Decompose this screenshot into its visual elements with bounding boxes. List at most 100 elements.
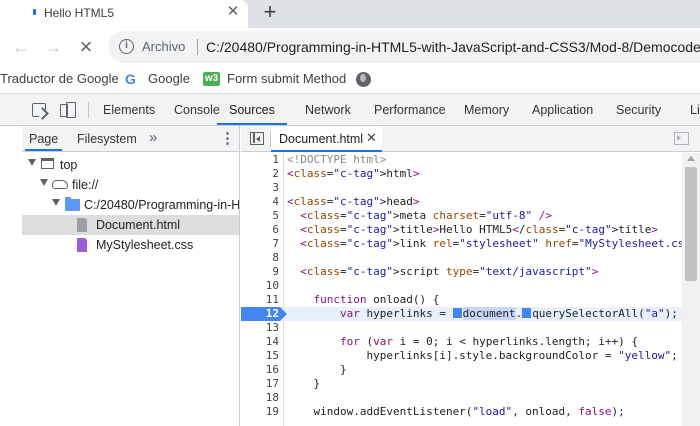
browser-toolbar: ← → × i Archivo C:/20480/Programming-in-… bbox=[0, 28, 700, 66]
tab-application[interactable]: Application bbox=[532, 94, 593, 125]
devtools-divider bbox=[88, 102, 89, 118]
bookmark-google[interactable]: Google bbox=[148, 71, 190, 86]
bookmark-traductor[interactable]: Traductor de Google bbox=[0, 71, 119, 86]
code-line[interactable]: 13 bbox=[241, 321, 682, 335]
line-number[interactable]: 19 bbox=[241, 405, 279, 419]
tree-item-file-origin[interactable]: file:// bbox=[22, 175, 239, 195]
code-text: } bbox=[287, 363, 347, 376]
back-arrow-icon[interactable]: ← bbox=[10, 36, 32, 58]
forward-arrow-icon[interactable]: → bbox=[42, 36, 64, 58]
file-tab-label: Document.html bbox=[279, 132, 364, 146]
tab-network[interactable]: Network bbox=[305, 94, 351, 125]
inline-breakpoint-icon[interactable] bbox=[522, 308, 532, 318]
tab-strip: Hello HTML5 ✕ + bbox=[0, 0, 700, 28]
line-number[interactable]: 14 bbox=[241, 335, 279, 349]
line-number[interactable]: 8 bbox=[241, 251, 279, 265]
tree-item-stylesheet[interactable]: MyStylesheet.css bbox=[22, 235, 239, 255]
line-number[interactable]: 7 bbox=[241, 237, 279, 251]
code-line[interactable]: 5 <class="c-tag">meta charset="utf-8" /> bbox=[241, 209, 682, 223]
tree-label: C:/20480/Programming-in-HTML5- bbox=[84, 198, 240, 212]
line-number[interactable]: 10 bbox=[241, 279, 279, 293]
close-file-icon[interactable]: ✕ bbox=[366, 130, 377, 146]
code-line[interactable]: 12 var hyperlinks = document. querySelect… bbox=[241, 307, 682, 321]
code-line[interactable]: 14 for (var i = 0; i < hyperlinks.length… bbox=[241, 335, 682, 349]
code-line[interactable]: 2 <class="c-tag">html> bbox=[241, 167, 682, 181]
line-number[interactable]: 4 bbox=[241, 195, 279, 209]
line-number[interactable]: 2 bbox=[241, 167, 279, 181]
inline-breakpoint-icon[interactable] bbox=[452, 308, 462, 318]
code-line[interactable]: 9 <class="c-tag">script type="text/javas… bbox=[241, 265, 682, 279]
expand-arrow-icon[interactable] bbox=[52, 199, 60, 206]
bookmarks-bar: Traductor de Google G Google w3 Form sub… bbox=[0, 66, 700, 94]
expand-arrow-icon[interactable] bbox=[28, 159, 36, 166]
line-number[interactable]: 1 bbox=[241, 153, 279, 167]
line-number[interactable]: 5 bbox=[241, 209, 279, 223]
code-line[interactable]: 10 bbox=[241, 279, 682, 293]
tab-memory[interactable]: Memory bbox=[464, 94, 509, 125]
code-text: window.addEventListener("load", onload, … bbox=[287, 405, 625, 418]
code-line[interactable]: 7 <class="c-tag">link rel="stylesheet" h… bbox=[241, 237, 682, 251]
code-line[interactable]: 15 hyperlinks[i].style.backgroundColor =… bbox=[241, 349, 682, 363]
editor-file-tab[interactable]: Document.html ✕ bbox=[271, 126, 382, 152]
code-text: <class="c-tag">head> bbox=[287, 195, 420, 208]
code-line[interactable]: 11 function onload() { bbox=[241, 293, 682, 307]
code-line[interactable]: 8 bbox=[241, 251, 682, 265]
editor-scrollbar[interactable] bbox=[682, 153, 700, 426]
tree-label: Document.html bbox=[96, 218, 181, 232]
scrollbar-thumb[interactable] bbox=[685, 167, 697, 281]
code-line[interactable]: 1 <!DOCTYPE html> bbox=[241, 153, 682, 167]
site-info-icon[interactable]: i bbox=[119, 39, 134, 54]
toggle-debugger-icon[interactable] bbox=[674, 132, 689, 145]
tree-item-folder[interactable]: C:/20480/Programming-in-HTML5- bbox=[22, 195, 240, 215]
line-number[interactable]: 3 bbox=[241, 181, 279, 195]
tab-console[interactable]: Console bbox=[174, 94, 220, 125]
page-favicon-icon bbox=[33, 9, 36, 15]
scheme-label: Archivo bbox=[142, 39, 186, 54]
globe-icon[interactable] bbox=[356, 72, 371, 87]
tab-elements[interactable]: Elements bbox=[103, 94, 155, 125]
line-number[interactable]: 16 bbox=[241, 363, 279, 377]
line-number[interactable]: 9 bbox=[241, 265, 279, 279]
code-line[interactable]: 17 } bbox=[241, 377, 682, 391]
line-number[interactable]: 18 bbox=[241, 391, 279, 405]
more-tabs-chevron-icon[interactable]: » bbox=[149, 129, 157, 146]
stop-loading-icon[interactable]: × bbox=[75, 36, 97, 58]
tab-performance[interactable]: Performance bbox=[374, 94, 446, 125]
tab-page[interactable]: Page bbox=[25, 126, 63, 151]
code-text: <class="c-tag">html> bbox=[287, 167, 420, 180]
tree-item-document-html[interactable]: Document.html bbox=[22, 215, 239, 235]
url-text[interactable]: C:/20480/Programming-in-HTML5-with-JavaS… bbox=[206, 39, 700, 55]
cloud-icon bbox=[52, 180, 68, 189]
address-bar[interactable]: i Archivo C:/20480/Programming-in-HTML5-… bbox=[108, 31, 700, 63]
toggle-navigator-icon[interactable] bbox=[250, 132, 264, 145]
code-line[interactable]: 4 <class="c-tag">head> bbox=[241, 195, 682, 209]
expand-arrow-icon[interactable] bbox=[40, 179, 48, 186]
code-line[interactable]: 3 bbox=[241, 181, 682, 195]
code-line[interactable]: 16 } bbox=[241, 363, 682, 377]
line-number[interactable]: 6 bbox=[241, 223, 279, 237]
new-tab-button[interactable]: + bbox=[258, 1, 282, 25]
tab-security[interactable]: Security bbox=[616, 94, 661, 125]
tab-lighthouse[interactable]: Li bbox=[690, 94, 700, 125]
line-number[interactable]: 13 bbox=[241, 321, 279, 335]
line-number[interactable]: 11 bbox=[241, 293, 279, 307]
navigator-tabs: Page Filesystem » ⋮ bbox=[22, 126, 239, 152]
code-line[interactable]: 6 <class="c-tag">title>Hello HTML5</clas… bbox=[241, 223, 682, 237]
browser-tab[interactable]: Hello HTML5 ✕ bbox=[0, 0, 248, 28]
navigator-menu-icon[interactable]: ⋮ bbox=[220, 130, 235, 148]
html-file-icon bbox=[77, 218, 87, 232]
device-toolbar-icon[interactable] bbox=[60, 102, 76, 118]
line-number[interactable]: 15 bbox=[241, 349, 279, 363]
tab-filesystem[interactable]: Filesystem bbox=[77, 126, 137, 151]
tree-item-top[interactable]: top bbox=[22, 155, 239, 175]
tab-close-icon[interactable]: ✕ bbox=[224, 3, 242, 21]
inspect-element-icon[interactable] bbox=[32, 103, 46, 117]
line-number[interactable]: 12 bbox=[241, 307, 279, 321]
tab-sources[interactable]: Sources bbox=[217, 94, 287, 125]
code-line[interactable]: 18 bbox=[241, 391, 682, 405]
code-area[interactable]: 1 <!DOCTYPE html> 2 <class="c-tag">html> 3 4 <… bbox=[241, 153, 682, 426]
line-number[interactable]: 17 bbox=[241, 377, 279, 391]
code-line[interactable]: 19 window.addEventListener("load", onloa… bbox=[241, 405, 682, 419]
scroll-up-arrow-icon[interactable] bbox=[687, 156, 695, 161]
bookmark-form-submit[interactable]: Form submit Method bbox=[227, 71, 346, 86]
